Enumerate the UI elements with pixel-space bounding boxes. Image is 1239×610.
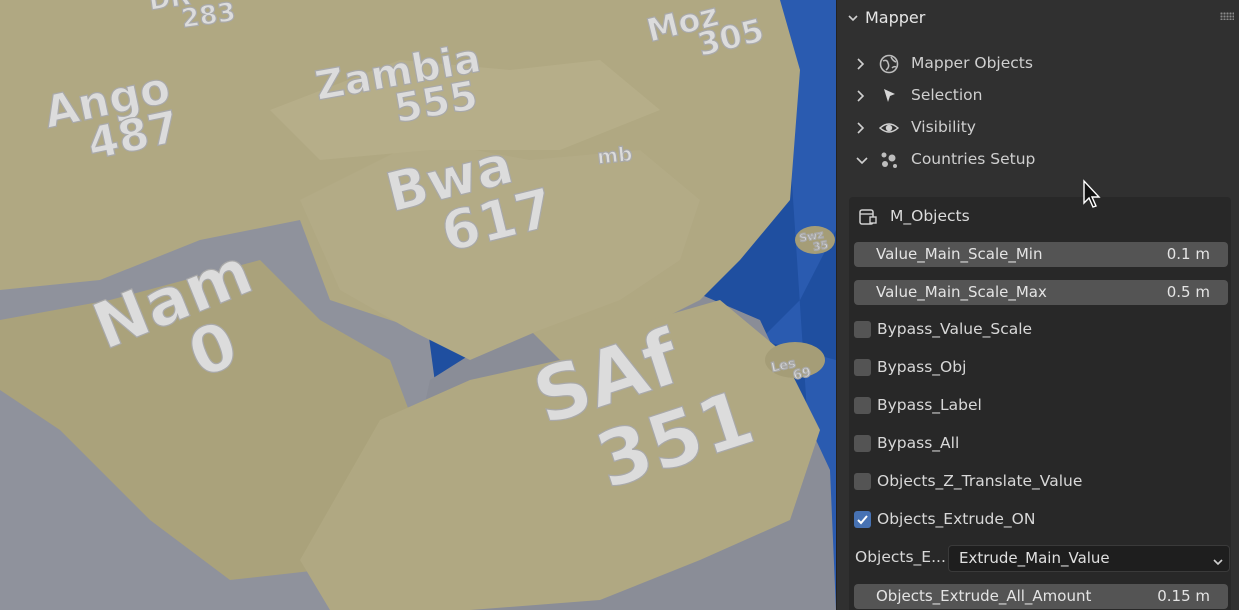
- checkmark-icon: [857, 515, 868, 525]
- bypass-obj-checkbox[interactable]: Bypass_Obj: [854, 356, 1228, 380]
- subpanel-selection[interactable]: Selection: [837, 81, 1239, 111]
- m-objects-box: M_Objects Value_Main_Scale_Min 0.1 m Val…: [849, 197, 1231, 610]
- checkbox-box[interactable]: [854, 435, 871, 452]
- checkbox-label: Bypass_Value_Scale: [877, 320, 1033, 338]
- eye-icon: [878, 117, 900, 139]
- panel-title: Mapper: [865, 8, 926, 27]
- mapper-panel: Mapper Mapper Objects Selection Visibili…: [836, 0, 1239, 610]
- globe-icon: [878, 53, 900, 75]
- object-data-icon: [858, 207, 878, 231]
- subpanel-label: Mapper Objects: [911, 54, 1033, 72]
- m-objects-title: M_Objects: [890, 207, 970, 225]
- value-main-scale-max-slider[interactable]: Value_Main_Scale_Max 0.5 m: [854, 280, 1228, 305]
- checkbox-box[interactable]: [854, 511, 871, 528]
- value-main-scale-min-slider[interactable]: Value_Main_Scale_Min 0.1 m: [854, 242, 1228, 267]
- svg-text:mb: mb: [596, 141, 633, 169]
- checkbox-label: Bypass_All: [877, 434, 960, 452]
- subpanel-label: Countries Setup: [911, 150, 1036, 168]
- subpanel-label: Selection: [911, 86, 983, 104]
- svg-text:35: 35: [812, 238, 829, 253]
- chevron-down-icon[interactable]: [855, 153, 869, 171]
- cursor-arrow-icon: [878, 85, 900, 107]
- subpanel-visibility[interactable]: Visibility: [837, 113, 1239, 143]
- bypass-label-checkbox[interactable]: Bypass_Label: [854, 394, 1228, 418]
- checkbox-box[interactable]: [854, 321, 871, 338]
- chevron-down-icon: [1212, 554, 1224, 572]
- drag-grip-icon[interactable]: [1220, 12, 1234, 20]
- slider-value: 0.5 m: [1166, 283, 1210, 301]
- slider-value: 0.15 m: [1157, 587, 1210, 605]
- m-objects-header[interactable]: M_Objects: [849, 197, 1231, 235]
- objects-extrude-on-checkbox[interactable]: Objects_Extrude_ON: [854, 508, 1228, 532]
- dropdown-value: Extrude_Main_Value: [959, 549, 1110, 567]
- objects-extrude-all-amount-slider[interactable]: Objects_Extrude_All_Amount 0.15 m: [854, 584, 1228, 609]
- bypass-all-checkbox[interactable]: Bypass_All: [854, 432, 1228, 456]
- mouse-pointer-icon: [1082, 179, 1102, 213]
- checkbox-label: Objects_Extrude_ON: [877, 510, 1036, 528]
- 3d-viewport[interactable]: DR 283 Ango 487 Zambia 555 Moz 305 mb Bw…: [0, 0, 836, 610]
- map-scene: DR 283 Ango 487 Zambia 555 Moz 305 mb Bw…: [0, 0, 836, 610]
- checkbox-label: Bypass_Label: [877, 396, 982, 414]
- slider-label: Value_Main_Scale_Min: [876, 245, 1043, 263]
- objects-extrude-enum-row: Objects_E... Extrude_Main_Value: [854, 545, 1230, 572]
- objects-z-translate-value-checkbox[interactable]: Objects_Z_Translate_Value: [854, 470, 1228, 494]
- slider-label: Value_Main_Scale_Max: [876, 283, 1047, 301]
- slider-label: Objects_Extrude_All_Amount: [876, 587, 1092, 605]
- checkbox-box[interactable]: [854, 359, 871, 376]
- checkbox-box[interactable]: [854, 397, 871, 414]
- chevron-right-icon[interactable]: [855, 57, 867, 75]
- bypass-value-scale-checkbox[interactable]: Bypass_Value_Scale: [854, 318, 1228, 342]
- enum-label: Objects_E...: [855, 548, 946, 566]
- subpanel-mapper-objects[interactable]: Mapper Objects: [837, 49, 1239, 79]
- slider-value: 0.1 m: [1166, 245, 1210, 263]
- label-mb: mb: [595, 141, 634, 170]
- extrude-mode-dropdown[interactable]: Extrude_Main_Value: [948, 545, 1230, 572]
- checkbox-label: Bypass_Obj: [877, 358, 967, 376]
- subpanel-label: Visibility: [911, 118, 976, 136]
- particles-icon: [878, 149, 900, 171]
- checkbox-label: Objects_Z_Translate_Value: [877, 472, 1083, 490]
- panel-header[interactable]: Mapper: [837, 0, 1239, 36]
- chevron-right-icon[interactable]: [855, 121, 867, 139]
- checkbox-box[interactable]: [854, 473, 871, 490]
- chevron-right-icon[interactable]: [855, 89, 867, 107]
- subpanel-countries-setup[interactable]: Countries Setup: [837, 145, 1239, 175]
- chevron-down-icon[interactable]: [847, 10, 859, 28]
